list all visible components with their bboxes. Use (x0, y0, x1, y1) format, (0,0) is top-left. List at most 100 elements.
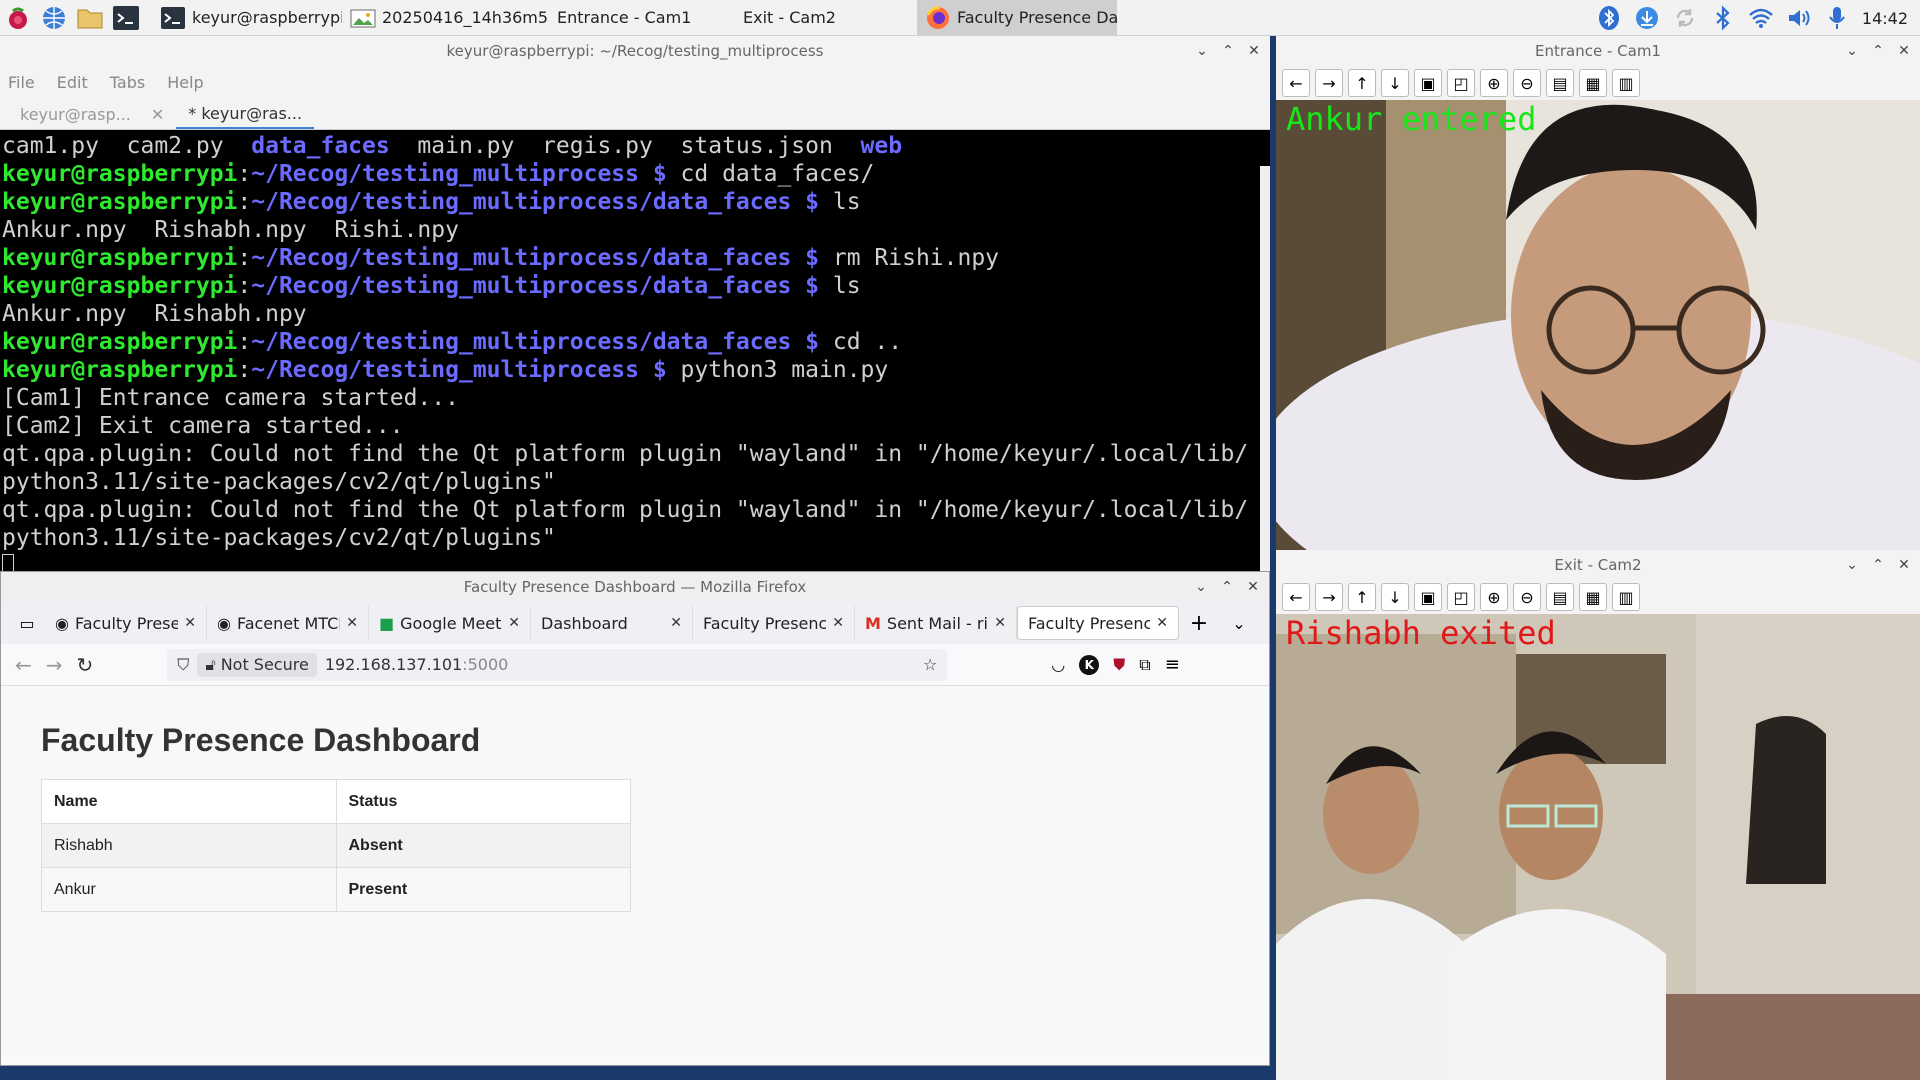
raspberry-menu-icon[interactable] (0, 0, 36, 36)
github-icon: ◉ (217, 613, 231, 633)
minimize-icon[interactable]: ⌄ (1842, 555, 1862, 575)
zoom-in-icon[interactable]: ⊕ (1480, 69, 1508, 97)
pan-right-icon[interactable]: → (1315, 583, 1343, 611)
terminal-segment: ~/Recog/testing_multiprocess/data_faces … (251, 245, 833, 271)
minimize-icon[interactable]: ⌄ (1191, 577, 1211, 597)
close-tab-icon[interactable]: ✕ (1156, 615, 1168, 631)
url-bar[interactable]: ⛉ 🔓︎ Not Secure 192.168.137.101:5000 ☆ (167, 648, 948, 681)
menu-file[interactable]: File (8, 73, 35, 92)
close-icon[interactable]: ✕ (1243, 577, 1263, 597)
tab-google-meet[interactable]: ■ Google Meet ✕ (369, 606, 531, 640)
browser-launcher-icon[interactable] (36, 0, 72, 36)
cam1-titlebar[interactable]: Entrance - Cam1 ⌄ ⌃ ✕ (1276, 36, 1920, 66)
save-icon[interactable]: ▤ (1546, 69, 1574, 97)
pan-up-icon[interactable]: ↑ (1348, 583, 1376, 611)
properties-icon[interactable]: ▥ (1612, 69, 1640, 97)
zoom-original-icon[interactable]: ◰ (1447, 583, 1475, 611)
pocket-icon[interactable]: ◡ (1051, 655, 1065, 674)
bluetooth-app-icon[interactable] (1590, 0, 1628, 36)
terminal-titlebar[interactable]: keyur@raspberrypi: ~/Recog/testing_multi… (0, 36, 1270, 66)
pan-down-icon[interactable]: ↓ (1381, 583, 1409, 611)
maximize-icon[interactable]: ⌃ (1217, 577, 1237, 597)
file-manager-icon[interactable] (72, 0, 108, 36)
extensions-icon[interactable]: ⧉ (1139, 655, 1150, 675)
terminal-line: qt.qpa.plugin: Could not find the Qt pla… (2, 440, 1270, 468)
zoom-in-icon[interactable]: ⊕ (1480, 583, 1508, 611)
zoom-out-icon[interactable]: ⊖ (1513, 69, 1541, 97)
taskbar-item-terminal[interactable]: keyur@raspberrypi: ... (152, 0, 342, 36)
forward-icon[interactable]: → (46, 653, 63, 677)
tab-faculty-presence-active[interactable]: Faculty Presence ✕ (1017, 606, 1179, 640)
not-secure-badge[interactable]: 🔓︎ Not Secure (197, 652, 317, 677)
cam2-titlebar[interactable]: Exit - Cam2 ⌄ ⌃ ✕ (1276, 550, 1920, 580)
menu-help[interactable]: Help (167, 73, 203, 92)
close-tab-icon[interactable]: ✕ (184, 615, 196, 631)
close-tab-icon[interactable]: ✕ (670, 615, 682, 631)
close-tab-icon[interactable]: ✕ (832, 615, 844, 631)
back-icon[interactable]: ← (15, 653, 32, 677)
zoom-out-icon[interactable]: ⊖ (1513, 583, 1541, 611)
terminal-launcher-icon[interactable] (108, 0, 144, 36)
close-tab-icon[interactable]: ✕ (994, 615, 1006, 631)
sync-icon[interactable] (1666, 0, 1704, 36)
menu-edit[interactable]: Edit (57, 73, 88, 92)
close-tab-icon[interactable]: ✕ (151, 105, 164, 124)
terminal-line: keyur@raspberrypi:~/Recog/testing_multip… (2, 272, 1270, 300)
tab-faculty-presence-1[interactable]: ◉ Faculty Presen ✕ (45, 606, 207, 640)
terminal-output[interactable]: cam1.py cam2.py data_faces main.py regis… (0, 130, 1270, 571)
close-icon[interactable]: ✕ (1894, 555, 1914, 575)
close-tab-icon[interactable]: ✕ (346, 615, 358, 631)
wifi-icon[interactable] (1742, 0, 1780, 36)
zoom-fit-icon[interactable]: ▣ (1414, 69, 1442, 97)
google-meet-icon: ■ (379, 613, 395, 633)
terminal-tab-2[interactable]: * keyur@ras... (176, 99, 315, 129)
new-tab-icon[interactable]: + (1179, 611, 1219, 636)
column-header-name: Name (41, 779, 337, 824)
pan-down-icon[interactable]: ↓ (1381, 69, 1409, 97)
copy-icon[interactable]: ▦ (1579, 583, 1607, 611)
menu-icon[interactable]: ≡ (1165, 654, 1180, 675)
taskbar-item-image[interactable]: 20250416_14h36m5... (342, 0, 547, 36)
zoom-original-icon[interactable]: ◰ (1447, 69, 1475, 97)
maximize-icon[interactable]: ⌃ (1868, 555, 1888, 575)
pan-left-icon[interactable]: ← (1282, 583, 1310, 611)
pan-up-icon[interactable]: ↑ (1348, 69, 1376, 97)
terminal-tab-1[interactable]: keyur@rasp... ✕ (8, 99, 176, 129)
microphone-icon[interactable] (1818, 0, 1856, 36)
terminal-scrollbar[interactable] (1260, 166, 1270, 571)
close-icon[interactable]: ✕ (1894, 41, 1914, 61)
close-tab-icon[interactable]: ✕ (508, 615, 520, 631)
volume-icon[interactable] (1780, 0, 1818, 36)
chevron-down-icon[interactable]: ⌄ (1219, 614, 1259, 633)
bookmark-star-icon[interactable]: ☆ (923, 655, 937, 674)
taskbar-item-firefox[interactable]: Faculty Presence Da... (917, 0, 1117, 36)
taskbar-item-cam2[interactable]: Exit - Cam2 (737, 0, 917, 36)
download-icon[interactable] (1628, 0, 1666, 36)
clock[interactable]: 14:42 (1856, 9, 1920, 28)
maximize-icon[interactable]: ⌃ (1868, 41, 1888, 61)
properties-icon[interactable]: ▥ (1612, 583, 1640, 611)
save-icon[interactable]: ▤ (1546, 583, 1574, 611)
menu-tabs[interactable]: Tabs (110, 73, 145, 92)
shield-icon[interactable]: ⛉ (177, 655, 189, 675)
tab-list-icon[interactable]: ▭ (9, 614, 45, 633)
account-icon[interactable]: K (1079, 654, 1100, 675)
firefox-titlebar[interactable]: Faculty Presence Dashboard — Mozilla Fir… (1, 572, 1269, 602)
maximize-icon[interactable]: ⌃ (1218, 41, 1238, 61)
minimize-icon[interactable]: ⌄ (1192, 41, 1212, 61)
zoom-fit-icon[interactable]: ▣ (1414, 583, 1442, 611)
tab-facenet[interactable]: ◉ Facenet MTCN ✕ (207, 606, 369, 640)
tab-dashboard[interactable]: Dashboard ✕ (531, 606, 693, 640)
url-text[interactable]: 192.168.137.101:5000 (325, 655, 915, 674)
pan-right-icon[interactable]: → (1315, 69, 1343, 97)
reload-icon[interactable]: ↻ (77, 653, 94, 677)
pan-left-icon[interactable]: ← (1282, 69, 1310, 97)
close-icon[interactable]: ✕ (1244, 41, 1264, 61)
taskbar-item-cam1[interactable]: Entrance - Cam1 (547, 0, 737, 36)
minimize-icon[interactable]: ⌄ (1842, 41, 1862, 61)
tab-sent-mail[interactable]: M Sent Mail - rish ✕ (855, 606, 1017, 640)
copy-icon[interactable]: ▦ (1579, 69, 1607, 97)
ublock-icon[interactable]: ⛊ (1113, 655, 1125, 675)
tab-faculty-presence-2[interactable]: Faculty Presence ✕ (693, 606, 855, 640)
bluetooth-icon[interactable] (1704, 0, 1742, 36)
